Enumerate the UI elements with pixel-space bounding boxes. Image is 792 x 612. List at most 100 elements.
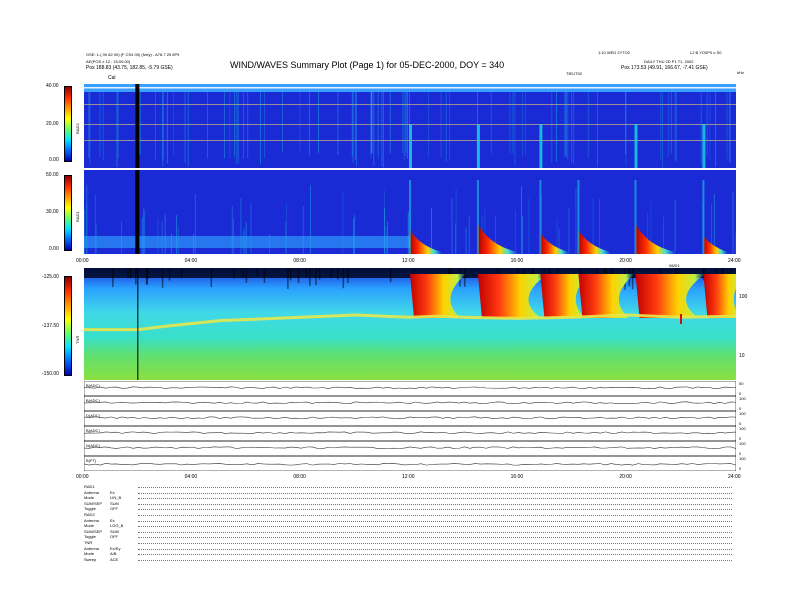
tnr-right-tick-10: 10 (739, 353, 745, 359)
rad2-streak (88, 92, 90, 158)
trace-label: B(ADC) (86, 398, 100, 403)
param-name: Toggle (84, 506, 96, 512)
lower-axis-tick-label: 24:00 (728, 474, 741, 480)
rad2-streak (715, 92, 717, 167)
rad2-streak (440, 92, 442, 158)
param-value: LIN_B (110, 495, 122, 501)
rad2-streak (445, 92, 447, 163)
tnr-dark-streak (347, 268, 349, 284)
param-name: RAD2 (84, 512, 95, 517)
rad1-streak (735, 233, 736, 254)
rad1-burst-stem (409, 180, 411, 254)
tnr-dark-streak (315, 268, 317, 286)
rad2-streak (449, 92, 451, 160)
rad2-streak (567, 92, 569, 160)
tnr-dark-streak (342, 268, 345, 289)
rad1-burst-stem (539, 180, 542, 254)
rad2-streak (377, 92, 379, 160)
tnr-tick-top: -125.00 (42, 274, 59, 280)
param-dotted-rule (138, 543, 732, 544)
rad2-streak (428, 92, 429, 158)
rad2-streak (662, 92, 663, 168)
rad2-streak (564, 92, 566, 157)
rad1-streak (451, 198, 453, 254)
header-left-line2: AE(POS ± 12 : 15:00:00) (86, 59, 131, 64)
rad2-streak (207, 92, 209, 159)
housekeeping-traces (84, 381, 736, 471)
param-value: A/B (110, 551, 117, 557)
rad2-streak (674, 92, 676, 161)
rad2-streak (571, 92, 572, 163)
rad2-streak (102, 92, 104, 161)
rad2-streak (187, 92, 189, 167)
trace-line (84, 431, 736, 434)
tnr-dark-streak (309, 268, 311, 286)
tnr-dark-streak (168, 268, 171, 281)
trace-right-tick: 100 (739, 396, 746, 401)
rad2-streak (140, 92, 141, 156)
rad1-streak (354, 214, 355, 254)
param-value: SUM (110, 528, 119, 534)
rad2-streak (166, 92, 168, 164)
upper-axis-tick-label: 04:00 (184, 258, 198, 264)
rad2-streak (235, 92, 237, 164)
lower-axis-tick-label: 00:00 (76, 474, 89, 480)
tnr-dark-streak (127, 268, 129, 278)
rad2-streak (355, 92, 356, 160)
trace-right-tick: 100 (739, 456, 746, 461)
lower-axis-tick-label: 12:00 (402, 474, 415, 480)
tnr-dark-streak (135, 268, 137, 285)
rad2-streak (381, 92, 383, 166)
trace-label: B(ADC) (86, 383, 100, 388)
trace-right-tick: 50 (739, 381, 744, 386)
rad2-tick-mid: 20.00 (46, 121, 59, 127)
rad2-streak (116, 92, 118, 168)
rad2-streak (587, 92, 589, 158)
param-name: Mode (84, 551, 95, 557)
rad2-streak (373, 92, 375, 167)
upper-axis-tick-label: 16:00 (510, 258, 524, 264)
rad2-burst (539, 124, 543, 168)
rad2-streak (162, 92, 164, 167)
trace-line (84, 416, 736, 419)
rad1-low-band (84, 236, 410, 248)
upper-axis-tick-label: 20:00 (619, 258, 632, 264)
upper-axis-tick-label: 24:00 (728, 258, 741, 264)
rad2-streak (318, 92, 320, 154)
rad2-streak (247, 92, 249, 159)
trace-frame (84, 440, 736, 457)
tnr-dark-streak (330, 268, 333, 279)
rad2-band-line (84, 87, 736, 89)
rad2-colorbar (64, 86, 72, 162)
header-right-line2: DAILY THU 2D P1 T1, 2002 (644, 59, 694, 64)
rad1-streak (674, 199, 676, 254)
rad2-streak (371, 92, 372, 154)
rad2-streak (729, 92, 731, 163)
rad1-streak (713, 194, 715, 254)
rad2-burst (409, 124, 412, 168)
rad1-burst-stem (634, 180, 637, 254)
param-name: Mode (84, 523, 95, 529)
upper-axis-tick-label: 00:00 (76, 258, 89, 264)
header-left-pos: Pos 188.83 (43.75, 182.85, -5.79 GSE) (86, 65, 173, 71)
header-right-corner: kHz (737, 70, 744, 75)
tnr-dark-streak (289, 268, 292, 281)
param-dotted-rule (138, 559, 732, 561)
param-value: OFF (110, 506, 118, 512)
trace-line (84, 386, 736, 389)
param-dotted-rule (138, 503, 732, 505)
param-value: LOG_B (110, 523, 124, 529)
rad1-burst-stem (702, 180, 705, 254)
trace-right-tick: 100 (739, 441, 746, 446)
param-value: OFF (110, 534, 118, 540)
rad2-streak (382, 92, 384, 168)
rad2-label: RAD2 (75, 123, 80, 134)
trace-label: D(ADC) (86, 413, 100, 418)
tnr-dark-streak (463, 268, 466, 287)
rad1-burst-stem (577, 180, 580, 254)
rad2-streak (709, 92, 711, 161)
trace-label: N(ADC) (86, 443, 100, 448)
param-dotted-rule (138, 498, 732, 500)
rad2-streak (238, 92, 240, 164)
rad2-cal-bar (135, 84, 140, 168)
